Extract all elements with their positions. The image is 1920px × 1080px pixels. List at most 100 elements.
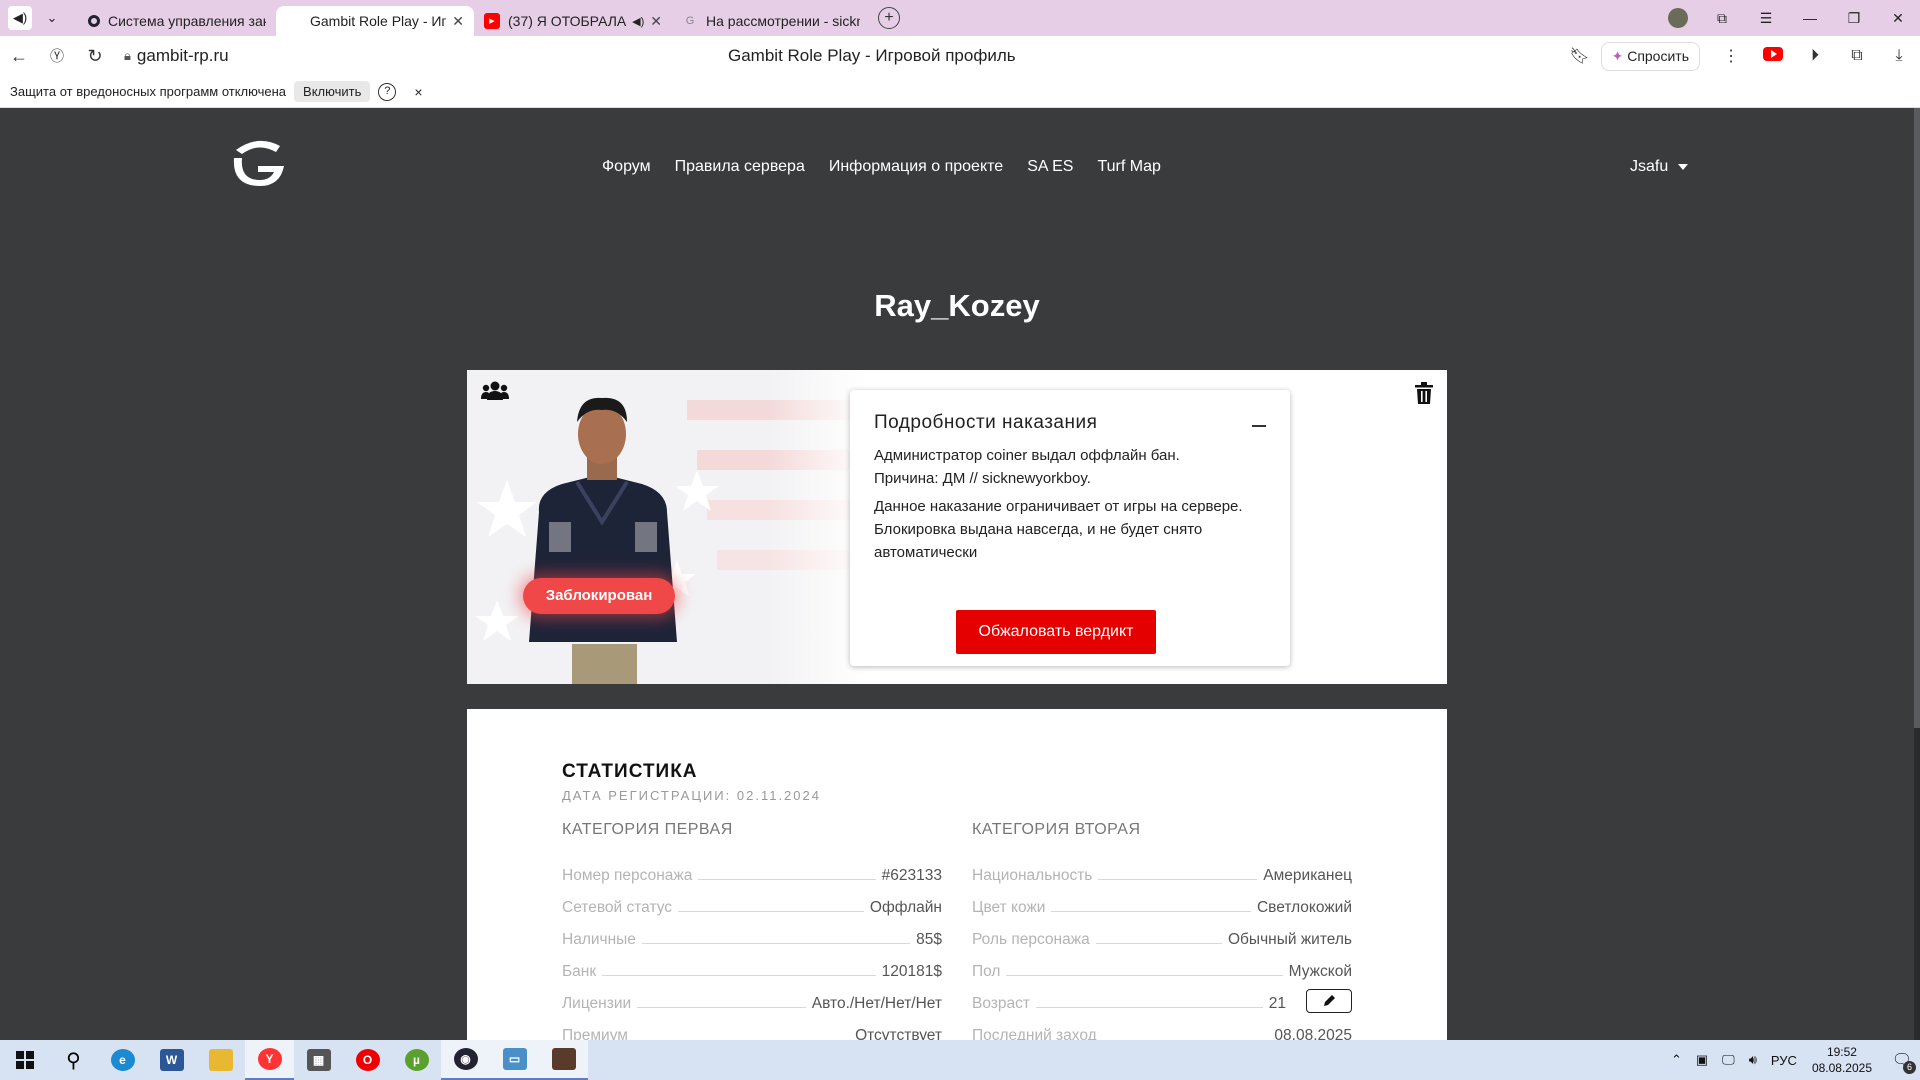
stat-label: Премиум: [562, 1027, 628, 1040]
tab-title: На рассмотрении - sickne: [706, 13, 860, 29]
close-icon[interactable]: ×: [414, 84, 422, 100]
windows-start-icon[interactable]: [0, 1040, 49, 1080]
network-adapter-icon[interactable]: ▣: [1696, 1052, 1708, 1068]
character-skin-image: [529, 397, 677, 684]
chevron-down-icon[interactable]: ⌄: [40, 6, 64, 30]
edit-age-button[interactable]: [1306, 989, 1352, 1013]
player-name: Ray_Kozey: [874, 288, 1040, 323]
security-warning-bar: Защита от вредоносных программ отключена…: [0, 76, 1920, 108]
calculator-icon[interactable]: ▦: [294, 1040, 343, 1080]
punishment-details-panel: Подробности наказания Администратор coin…: [850, 390, 1290, 666]
youtube-icon[interactable]: [1752, 46, 1794, 66]
trash-icon[interactable]: [1415, 382, 1433, 404]
group-icon[interactable]: [481, 380, 509, 402]
extensions-icon[interactable]: ⧉: [1836, 47, 1878, 65]
reload-icon[interactable]: ↻: [76, 46, 114, 67]
yandex-browser-icon[interactable]: Y: [245, 1040, 294, 1080]
nav-project-info[interactable]: Информация о проекте: [829, 158, 1003, 176]
enable-button[interactable]: Включить: [294, 81, 371, 102]
windows-taskbar: ⚲ e W Y ▦ O µ ◉ ▭ ⌃ ▣ 🖵︎ 🔊︎ РУС 19:52 08…: [0, 1040, 1920, 1080]
stat-label: Роль персонажа: [972, 931, 1090, 948]
speaker-icon[interactable]: ◀︎): [8, 6, 32, 30]
close-window-icon[interactable]: ✕: [1876, 10, 1920, 27]
stat-value: Светлокожий: [1256, 899, 1352, 916]
appeal-button[interactable]: Обжаловать вердикт: [956, 610, 1156, 654]
ask-button[interactable]: ✦ Спросить: [1600, 41, 1700, 71]
profile-card: Заблокирован Подробности наказания Админ…: [467, 370, 1447, 684]
nav-forum[interactable]: Форум: [602, 158, 651, 176]
stat-row: Пол Мужской: [972, 949, 1352, 981]
page-scrollbar[interactable]: [1914, 108, 1920, 1040]
stat-value: Авто./Нет/Нет/Нет: [811, 995, 942, 1012]
network-icon[interactable]: 🖵︎: [1722, 1052, 1735, 1068]
speaker-icon[interactable]: ◀): [632, 15, 644, 28]
new-tab-button[interactable]: +: [878, 7, 900, 29]
stat-value: #623133: [881, 867, 942, 884]
browser-tab[interactable]: ▶ (37) Я ОТОБРАЛА Д ◀) ✕: [474, 6, 672, 36]
stat-row: Наличные 85$: [562, 917, 942, 949]
play-icon[interactable]: ⏵: [1794, 47, 1836, 65]
nav-turf-map[interactable]: Turf Map: [1097, 158, 1160, 176]
restore-icon[interactable]: ❐: [1832, 10, 1876, 27]
back-icon[interactable]: ←: [0, 46, 38, 67]
opera-icon[interactable]: O: [343, 1040, 392, 1080]
file-explorer-icon[interactable]: [196, 1040, 245, 1080]
stat-value: Мужской: [1288, 963, 1352, 980]
registration-date: ДАТА РЕГИСТРАЦИИ: 02.11.2024: [562, 788, 821, 803]
notification-center-icon[interactable]: 🗨︎ 6: [1884, 1040, 1920, 1080]
collapse-icon[interactable]: [1252, 425, 1266, 427]
tab-strip: ◀︎) ⌄ Система управления зак Gambit Role…: [0, 0, 1920, 36]
collections-icon[interactable]: ⧉: [1700, 10, 1744, 27]
stat-row: Последний заход 08.08.2025: [972, 1013, 1352, 1040]
gambit-logo-icon[interactable]: [228, 136, 288, 192]
stat-label: Лицензии: [562, 995, 632, 1012]
browser-tab[interactable]: G На рассмотрении - sickne: [672, 6, 870, 36]
nav-sa-es[interactable]: SA ES: [1027, 158, 1073, 176]
close-tab-icon[interactable]: ✕: [650, 13, 662, 30]
tab-favicon-icon: [88, 15, 100, 27]
punishment-admin-line: Администратор coiner выдал оффлайн бан.: [874, 447, 1180, 464]
browser-tab-active[interactable]: Gambit Role Play - Игро ✕: [276, 6, 474, 36]
stat-row: Роль персонажа Обычный житель: [972, 917, 1352, 949]
app-window-icon[interactable]: ▭: [490, 1040, 539, 1080]
close-tab-icon[interactable]: ✕: [452, 13, 464, 30]
stat-value: 21: [1268, 995, 1286, 1012]
bookmark-icon[interactable]: 🔖︎: [1559, 46, 1601, 66]
user-menu[interactable]: Jsafu: [1630, 158, 1689, 176]
lock-icon[interactable]: 🔒︎: [124, 48, 131, 64]
warning-text: Защита от вредоносных программ отключена: [10, 84, 287, 99]
punishment-description: Данное наказание ограничивает от игры на…: [874, 498, 1243, 561]
help-icon[interactable]: ?: [378, 82, 397, 101]
category-first: КАТЕГОРИЯ ПЕРВАЯ Номер персонажа #623133 …: [562, 821, 942, 1040]
stat-label: Возраст: [972, 995, 1030, 1012]
stat-label: Банк: [562, 963, 597, 980]
edge-icon[interactable]: e: [98, 1040, 147, 1080]
stat-label: Цвет кожи: [972, 899, 1046, 916]
tab-title: Gambit Role Play - Игро: [310, 13, 447, 29]
ask-label: Спросить: [1627, 47, 1689, 64]
more-icon[interactable]: ⋮: [1710, 46, 1752, 66]
nav-server-rules[interactable]: Правила сервера: [675, 158, 805, 176]
word-icon[interactable]: W: [147, 1040, 196, 1080]
tab-title: Система управления зак: [108, 13, 266, 29]
search-icon[interactable]: ⚲: [49, 1040, 98, 1080]
utorrent-icon[interactable]: µ: [392, 1040, 441, 1080]
stat-row: Национальность Американец: [972, 853, 1352, 885]
language-indicator[interactable]: РУС: [1771, 1053, 1797, 1068]
yandex-icon[interactable]: Ⓨ: [38, 46, 76, 66]
profile-avatar[interactable]: [1668, 8, 1688, 28]
gta-sa-icon[interactable]: [539, 1040, 588, 1080]
clock[interactable]: 19:52 08.08.2025: [1812, 1044, 1872, 1076]
stat-label: Пол: [972, 963, 1001, 980]
url-field[interactable]: gambit-rp.ru: [137, 46, 229, 66]
volume-icon[interactable]: 🔊︎: [1749, 1052, 1757, 1068]
punishment-reason: Причина: ДМ // sicknewyorkboy.: [874, 470, 1091, 487]
chevron-up-icon[interactable]: ⌃: [1671, 1052, 1682, 1068]
tabs-menu-icon[interactable]: ☰: [1744, 10, 1788, 27]
stat-value: Американец: [1263, 867, 1352, 884]
browser-tab[interactable]: Система управления зак: [78, 6, 276, 36]
game-launcher-icon[interactable]: ◉: [441, 1040, 490, 1080]
stat-value: Обычный житель: [1228, 931, 1352, 948]
download-icon[interactable]: ⤓: [1878, 47, 1920, 65]
minimize-icon[interactable]: —: [1788, 10, 1832, 26]
